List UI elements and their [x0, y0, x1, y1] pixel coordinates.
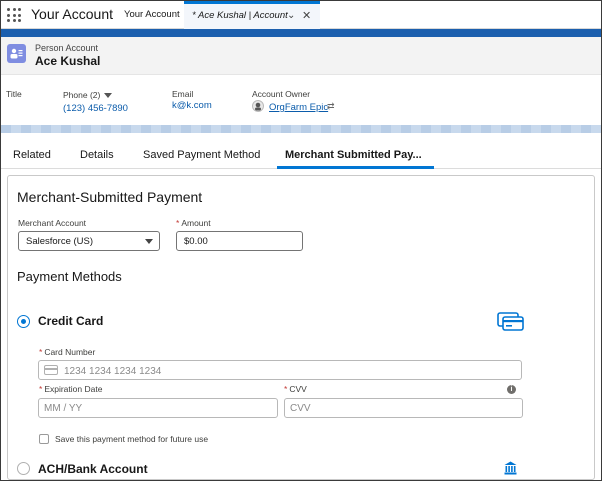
payment-methods-title: Payment Methods [17, 269, 122, 284]
tab-related[interactable]: Related [13, 149, 51, 161]
credit-card-icon [497, 312, 524, 336]
ach-label: ACH/Bank Account [38, 462, 148, 476]
phone-label[interactable]: Phone (2) [63, 90, 113, 100]
tab-ace-kushal-account[interactable]: * Ace Kushal | Account ⌄ ✕ [184, 1, 320, 29]
tab-label: * Ace Kushal | Account [192, 10, 288, 21]
cvv-label: * CVV [284, 384, 307, 394]
credit-card-label: Credit Card [38, 314, 104, 328]
merchant-payment-panel: Merchant-Submitted Payment Merchant Acco… [7, 175, 595, 480]
chevron-down-icon[interactable]: ⌄ [287, 4, 295, 28]
expiration-label: * Expiration Date [39, 384, 103, 394]
card-number-input[interactable]: 1234 1234 1234 1234 [38, 360, 522, 380]
tab-details[interactable]: Details [80, 149, 114, 161]
close-icon[interactable]: ✕ [302, 4, 311, 28]
owner-label: Account Owner [252, 89, 311, 99]
merchant-account-label: Merchant Account [18, 218, 87, 228]
caret-down-icon[interactable] [104, 93, 113, 99]
expiration-input[interactable]: MM / YY [38, 398, 278, 418]
info-icon[interactable]: i [507, 385, 516, 394]
global-tab-bar: Your Account Your Account * Ace Kushal |… [1, 1, 601, 29]
amount-input[interactable]: $0.00 [176, 231, 303, 251]
tab-merchant-submitted-payment[interactable]: Merchant Submitted Pay... [285, 149, 422, 161]
credit-card-radio[interactable] [17, 315, 30, 328]
credit-card-icon [44, 365, 58, 375]
record-tabs: Related Details Saved Payment Method Mer… [1, 141, 601, 169]
record-type-label: Person Account [35, 43, 99, 53]
amount-label: * Amount [176, 218, 211, 228]
email-label: Email [172, 89, 194, 99]
panel-title: Merchant-Submitted Payment [17, 189, 203, 205]
phone-label-text: Phone (2) [63, 90, 101, 100]
title-label: Title [6, 89, 22, 99]
record-header: Person Account Ace Kushal [1, 37, 601, 75]
merchant-account-value: Salesforce (US) [26, 236, 94, 247]
cvv-input[interactable]: CVV [284, 398, 523, 418]
app-title: Your Account [31, 6, 113, 22]
highlights-panel: Title Phone (2) (123) 456-7890 Email k@k… [1, 75, 601, 125]
save-method-label: Save this payment method for future use [55, 434, 209, 444]
chevron-down-icon [145, 239, 153, 244]
bank-icon [504, 461, 517, 480]
phone-value[interactable]: (123) 456-7890 [63, 103, 128, 114]
merchant-account-select[interactable]: Salesforce (US) [18, 231, 160, 251]
person-account-icon [7, 44, 26, 63]
card-number-placeholder: 1234 1234 1234 1234 [64, 366, 162, 377]
avatar-icon [252, 100, 264, 112]
ach-radio[interactable] [17, 462, 30, 475]
app-launcher-icon[interactable] [7, 8, 21, 22]
tab-saved-payment-method[interactable]: Saved Payment Method [143, 149, 260, 161]
record-name: Ace Kushal [35, 54, 101, 68]
save-method-checkbox[interactable] [39, 434, 49, 444]
decorative-stripe [1, 125, 601, 133]
card-number-label: * Card Number [39, 347, 96, 357]
owner-value[interactable]: OrgFarm Epic [269, 102, 328, 113]
tab-your-account[interactable]: Your Account [117, 1, 187, 29]
app-window: Your Account Your Account * Ace Kushal |… [0, 0, 602, 481]
change-owner-icon[interactable]: ⇄ [327, 101, 335, 112]
header-band [1, 29, 601, 37]
email-value[interactable]: k@k.com [172, 100, 212, 111]
active-tab-indicator [277, 166, 434, 169]
